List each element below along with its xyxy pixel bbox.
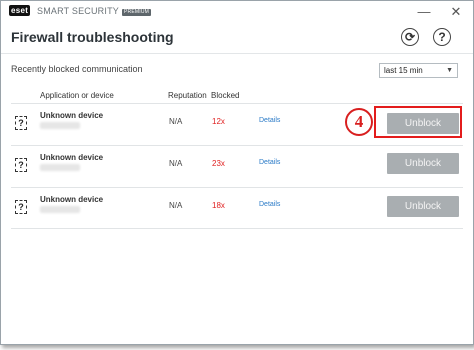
chevron-down-icon: ▼ bbox=[446, 67, 453, 74]
unknown-device-icon: ? bbox=[15, 158, 27, 172]
details-link[interactable]: Details bbox=[259, 159, 280, 166]
unblock-highlight-box bbox=[374, 106, 462, 138]
refresh-icon[interactable]: ⟳ bbox=[401, 28, 419, 46]
unblock-button[interactable]: Unblock bbox=[387, 153, 459, 174]
close-button[interactable]: ✕ bbox=[443, 1, 469, 21]
minimize-button[interactable]: — bbox=[411, 1, 437, 21]
device-address-redacted bbox=[40, 122, 80, 129]
eset-logo: eset bbox=[9, 5, 31, 16]
time-filter-select[interactable]: last 15 min ▼ bbox=[379, 63, 458, 78]
edition-badge: PREMIUM bbox=[121, 9, 151, 16]
device-address-redacted bbox=[40, 164, 80, 171]
reputation-value: N/A bbox=[169, 117, 183, 126]
device-name: Unknown device bbox=[40, 111, 104, 120]
unblock-button[interactable]: Unblock bbox=[387, 196, 459, 217]
column-header-app: Application or device bbox=[40, 91, 114, 100]
page-title: Firewall troubleshooting bbox=[11, 29, 174, 45]
column-header-blocked: Blocked bbox=[211, 91, 240, 100]
table-row: ? Unknown device N/A 23x Details Unblock bbox=[11, 145, 463, 188]
reputation-value: N/A bbox=[169, 159, 183, 168]
device-name: Unknown device bbox=[40, 195, 104, 204]
app-window: eset SMART SECURITY PREMIUM — ✕ Firewall … bbox=[0, 0, 474, 345]
device-address-redacted bbox=[40, 206, 80, 213]
details-link[interactable]: Details bbox=[259, 117, 280, 124]
step-number-badge: 4 bbox=[345, 108, 373, 136]
reputation-value: N/A bbox=[169, 201, 183, 210]
table-row: ? Unknown device N/A 18x Details Unblock bbox=[11, 187, 463, 230]
blocked-count: 23x bbox=[212, 159, 225, 168]
device-name: Unknown device bbox=[40, 153, 104, 162]
unknown-device-icon: ? bbox=[15, 116, 27, 130]
blocked-count: 12x bbox=[212, 117, 225, 126]
unknown-device-icon: ? bbox=[15, 200, 27, 214]
blocked-count: 18x bbox=[212, 201, 225, 210]
column-header-reputation: Reputation bbox=[168, 91, 207, 100]
details-link[interactable]: Details bbox=[259, 201, 280, 208]
help-icon[interactable]: ? bbox=[433, 28, 451, 46]
product-name: SMART SECURITY PREMIUM bbox=[37, 6, 151, 16]
header-divider bbox=[1, 53, 473, 54]
title-bar: eset SMART SECURITY PREMIUM — ✕ bbox=[1, 1, 473, 21]
section-label: Recently blocked communication bbox=[11, 64, 143, 74]
table-bottom-divider bbox=[11, 228, 463, 229]
time-filter-value: last 15 min bbox=[384, 66, 423, 75]
